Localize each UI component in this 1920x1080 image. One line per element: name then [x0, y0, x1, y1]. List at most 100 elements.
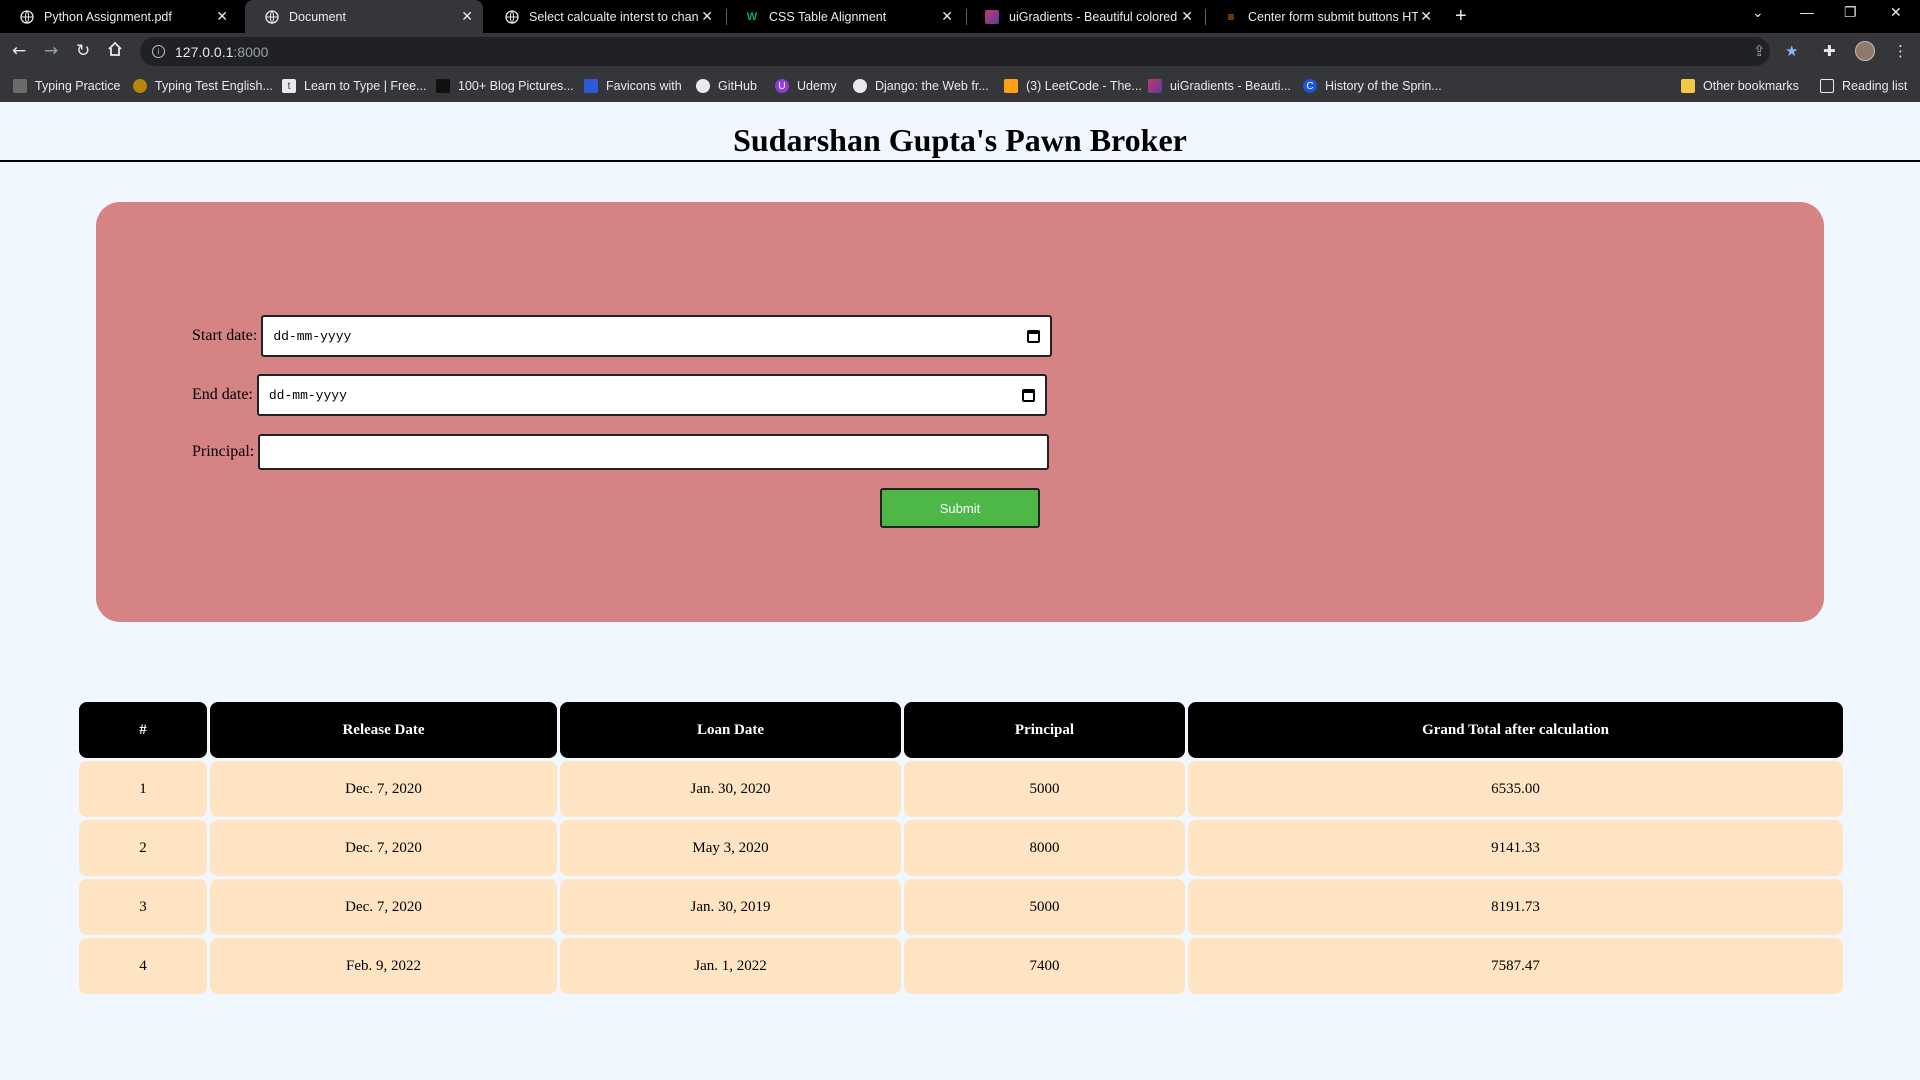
cell-loan-date: Jan. 30, 2020 — [560, 761, 901, 817]
restore-button[interactable]: ❐ — [1844, 4, 1857, 21]
close-icon[interactable]: ✕ — [461, 9, 473, 23]
tab-title: Select calcualte interst to change — [529, 9, 699, 24]
calendar-icon[interactable] — [1027, 329, 1041, 343]
cell-loan-date: Jan. 30, 2019 — [560, 879, 901, 935]
bookmark-django[interactable]: Django: the Web fr... — [853, 70, 989, 102]
browser-chrome: Python Assignment.pdf ✕ Document ✕ Selec… — [0, 0, 1920, 102]
end-date-label: End date: — [192, 386, 253, 403]
home-icon[interactable] — [107, 41, 123, 62]
folder-icon — [1681, 79, 1695, 93]
globe-icon — [20, 9, 34, 24]
stackoverflow-icon: ≡ — [1227, 9, 1235, 24]
address-bar[interactable]: i 127.0.0.1:8000 — [140, 37, 1770, 66]
url-port: :8000 — [233, 43, 269, 60]
principal-label: Principal: — [192, 443, 255, 460]
cell-principal: 7400 — [904, 938, 1185, 994]
menu-icon[interactable]: ⋮ — [1893, 42, 1908, 60]
tab-title: uiGradients - Beautiful colored g — [1009, 9, 1179, 24]
table-header-row: # Release Date Loan Date Principal Grand… — [79, 702, 1843, 758]
column-header-grand-total: Grand Total after calculation — [1188, 702, 1843, 758]
column-header-principal: Principal — [904, 702, 1185, 758]
github-icon — [696, 79, 710, 93]
page: Sudarshan Gupta's Pawn Broker Start date… — [0, 102, 1920, 1080]
cell-loan-date: May 3, 2020 — [560, 820, 901, 876]
bookmark-label: Learn to Type | Free... — [304, 79, 427, 93]
globe-icon — [853, 79, 867, 93]
minimize-button[interactable]: — — [1800, 4, 1814, 20]
principal-row: Principal: — [192, 434, 1050, 470]
tab-select-interest[interactable]: Select calcualte interst to change ✕ — [485, 0, 723, 33]
cell-grand-total: 8191.73 — [1188, 879, 1843, 935]
cell-release-date: Dec. 7, 2020 — [210, 820, 557, 876]
tab-python-assignment[interactable]: Python Assignment.pdf ✕ — [0, 0, 238, 33]
bookmark-blog-pictures[interactable]: 100+ Blog Pictures... — [436, 70, 574, 102]
column-header-loan-date: Loan Date — [560, 702, 901, 758]
bookmark-icon: C — [1303, 79, 1317, 93]
bookmark-history[interactable]: C History of the Sprin... — [1303, 70, 1442, 102]
reading-list[interactable]: Reading list — [1820, 70, 1907, 102]
bookmark-typing-test[interactable]: Typing Test English... — [133, 70, 273, 102]
bookmark-learn-to-type[interactable]: t Learn to Type | Free... — [282, 70, 427, 102]
close-icon[interactable]: ✕ — [1181, 9, 1193, 23]
calendar-icon[interactable] — [1021, 388, 1035, 402]
page-title: Sudarshan Gupta's Pawn Broker — [733, 122, 1187, 158]
bookmark-label: Typing Test English... — [155, 79, 273, 93]
tab-center-form[interactable]: ≡ Center form submit buttons HTM ✕ — [1204, 0, 1442, 33]
column-header-release-date: Release Date — [210, 702, 557, 758]
end-date-input[interactable]: dd-mm-yyyy — [256, 374, 1047, 416]
new-tab-button[interactable]: + — [1455, 5, 1467, 28]
principal-input[interactable] — [258, 434, 1050, 470]
cell-principal: 8000 — [904, 820, 1185, 876]
start-date-label: Start date: — [192, 327, 258, 344]
profile-avatar[interactable] — [1855, 41, 1875, 61]
bookmark-label: Other bookmarks — [1703, 79, 1799, 93]
reload-icon[interactable]: ↻ — [76, 41, 90, 61]
close-icon[interactable]: ✕ — [941, 9, 953, 23]
bookmark-icon — [13, 79, 27, 93]
uigradients-icon — [1148, 79, 1162, 93]
cell-number: 2 — [79, 820, 207, 876]
cell-principal: 5000 — [904, 879, 1185, 935]
close-icon[interactable]: ✕ — [216, 9, 228, 23]
uigradients-icon — [985, 9, 999, 24]
bookmark-github[interactable]: GitHub — [696, 70, 757, 102]
w3-icon: W — [746, 10, 758, 23]
reading-list-icon — [1820, 79, 1834, 93]
tab-uigradients[interactable]: uiGradients - Beautiful colored g ✕ — [965, 0, 1203, 33]
bookmark-star-icon[interactable]: ★ — [1785, 42, 1798, 60]
bookmark-leetcode[interactable]: (3) LeetCode - The... — [1004, 70, 1142, 102]
site-info-icon[interactable]: i — [152, 45, 165, 58]
other-bookmarks[interactable]: Other bookmarks — [1681, 70, 1799, 102]
cell-grand-total: 9141.33 — [1188, 820, 1843, 876]
back-icon[interactable]: ← — [12, 41, 26, 61]
bookmark-udemy[interactable]: U Udemy — [775, 70, 837, 102]
share-icon[interactable]: ⇪ — [1753, 42, 1766, 60]
leetcode-icon — [1004, 79, 1018, 93]
forward-icon[interactable]: → — [44, 41, 58, 61]
bookmark-label: Reading list — [1842, 79, 1908, 93]
bookmark-favicons[interactable]: Favicons with — [584, 70, 682, 102]
end-date-row: End date: dd-mm-yyyy — [192, 374, 1047, 416]
bookmarks-bar: Typing Practice Typing Test English... t… — [0, 70, 1920, 102]
url-text: 127.0.0.1:8000 — [175, 44, 268, 60]
tab-search-icon[interactable]: ⌄ — [1752, 4, 1764, 21]
bookmark-uigradients[interactable]: uiGradients - Beauti... — [1148, 70, 1291, 102]
column-header-number: # — [79, 702, 207, 758]
table-row: 1 Dec. 7, 2020 Jan. 30, 2020 5000 6535.0… — [79, 761, 1843, 817]
interest-form: Start date: dd-mm-yyyy End date: dd-mm-y… — [96, 202, 1824, 622]
close-icon[interactable]: ✕ — [1420, 9, 1432, 23]
start-date-input[interactable]: dd-mm-yyyy — [261, 315, 1053, 357]
tab-css-table[interactable]: W CSS Table Alignment ✕ — [725, 0, 963, 33]
extensions-icon[interactable]: ✚ — [1823, 42, 1836, 60]
close-window-button[interactable]: ✕ — [1890, 4, 1902, 21]
globe-icon — [265, 9, 279, 24]
cell-release-date: Dec. 7, 2020 — [210, 879, 557, 935]
bookmark-label: GitHub — [718, 79, 757, 93]
tab-document[interactable]: Document ✕ — [245, 0, 483, 33]
bookmark-typing-practice[interactable]: Typing Practice — [13, 70, 120, 102]
tab-title: Document — [289, 9, 346, 24]
submit-button[interactable]: Submit — [880, 488, 1040, 528]
close-icon[interactable]: ✕ — [701, 9, 713, 23]
cell-number: 3 — [79, 879, 207, 935]
cell-principal: 5000 — [904, 761, 1185, 817]
